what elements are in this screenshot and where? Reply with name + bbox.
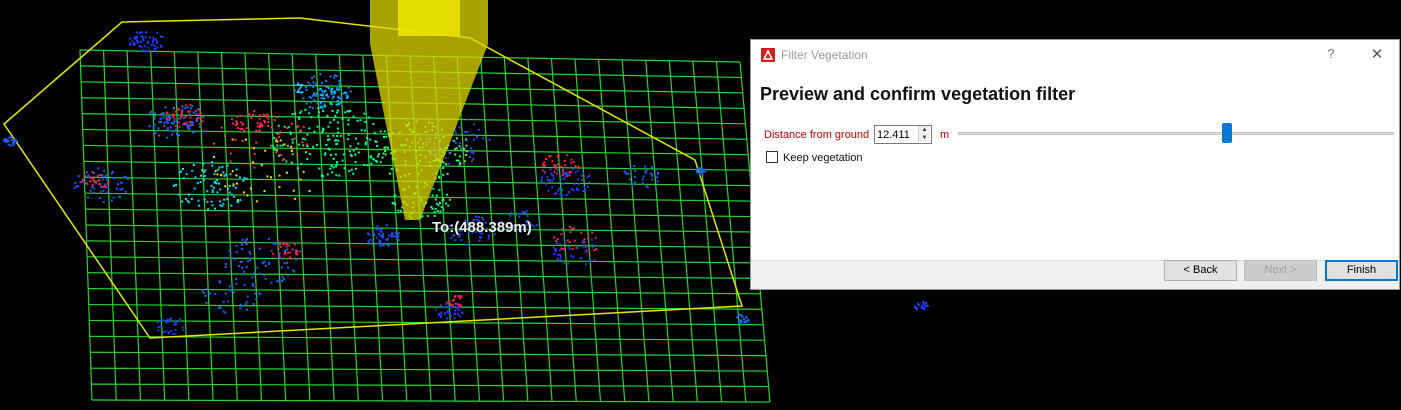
dialog-content: Preview and confirm vegetation filter Di… (751, 70, 1399, 260)
z-axis-label: Z (296, 81, 304, 96)
spin-down-arrow-icon[interactable]: ▼ (918, 134, 930, 142)
measurement-label: To:(488.389m) (432, 219, 532, 236)
filter-vegetation-dialog: Filter Vegetation ? ✕ Preview and confir… (750, 39, 1400, 290)
finish-button[interactable]: Finish (1325, 260, 1398, 281)
distance-unit: m (940, 129, 950, 141)
close-button[interactable]: ✕ (1369, 45, 1385, 63)
keep-vegetation-label: Keep vegetation (783, 152, 863, 164)
spin-up-arrow-icon[interactable]: ▲ (918, 126, 930, 134)
keep-vegetation-checkbox[interactable] (766, 151, 778, 163)
cloudcompare-icon (761, 48, 775, 62)
page-title: Preview and confirm vegetation filter (760, 84, 1076, 104)
camera-cone-top (398, 0, 460, 36)
back-button[interactable]: < Back (1164, 260, 1237, 281)
distance-from-ground-label: Distance from ground (764, 129, 870, 141)
distance-input[interactable] (877, 127, 917, 142)
dialog-titlebar[interactable]: Filter Vegetation ? ✕ (751, 40, 1399, 70)
distance-spinbox[interactable]: ▲ ▼ (874, 125, 932, 144)
distance-slider-track[interactable] (958, 132, 1394, 135)
next-button[interactable]: Next > (1244, 260, 1317, 281)
help-button[interactable]: ? (1323, 46, 1339, 61)
distance-slider-handle[interactable] (1222, 123, 1233, 143)
dialog-title: Filter Vegetation (781, 48, 868, 62)
